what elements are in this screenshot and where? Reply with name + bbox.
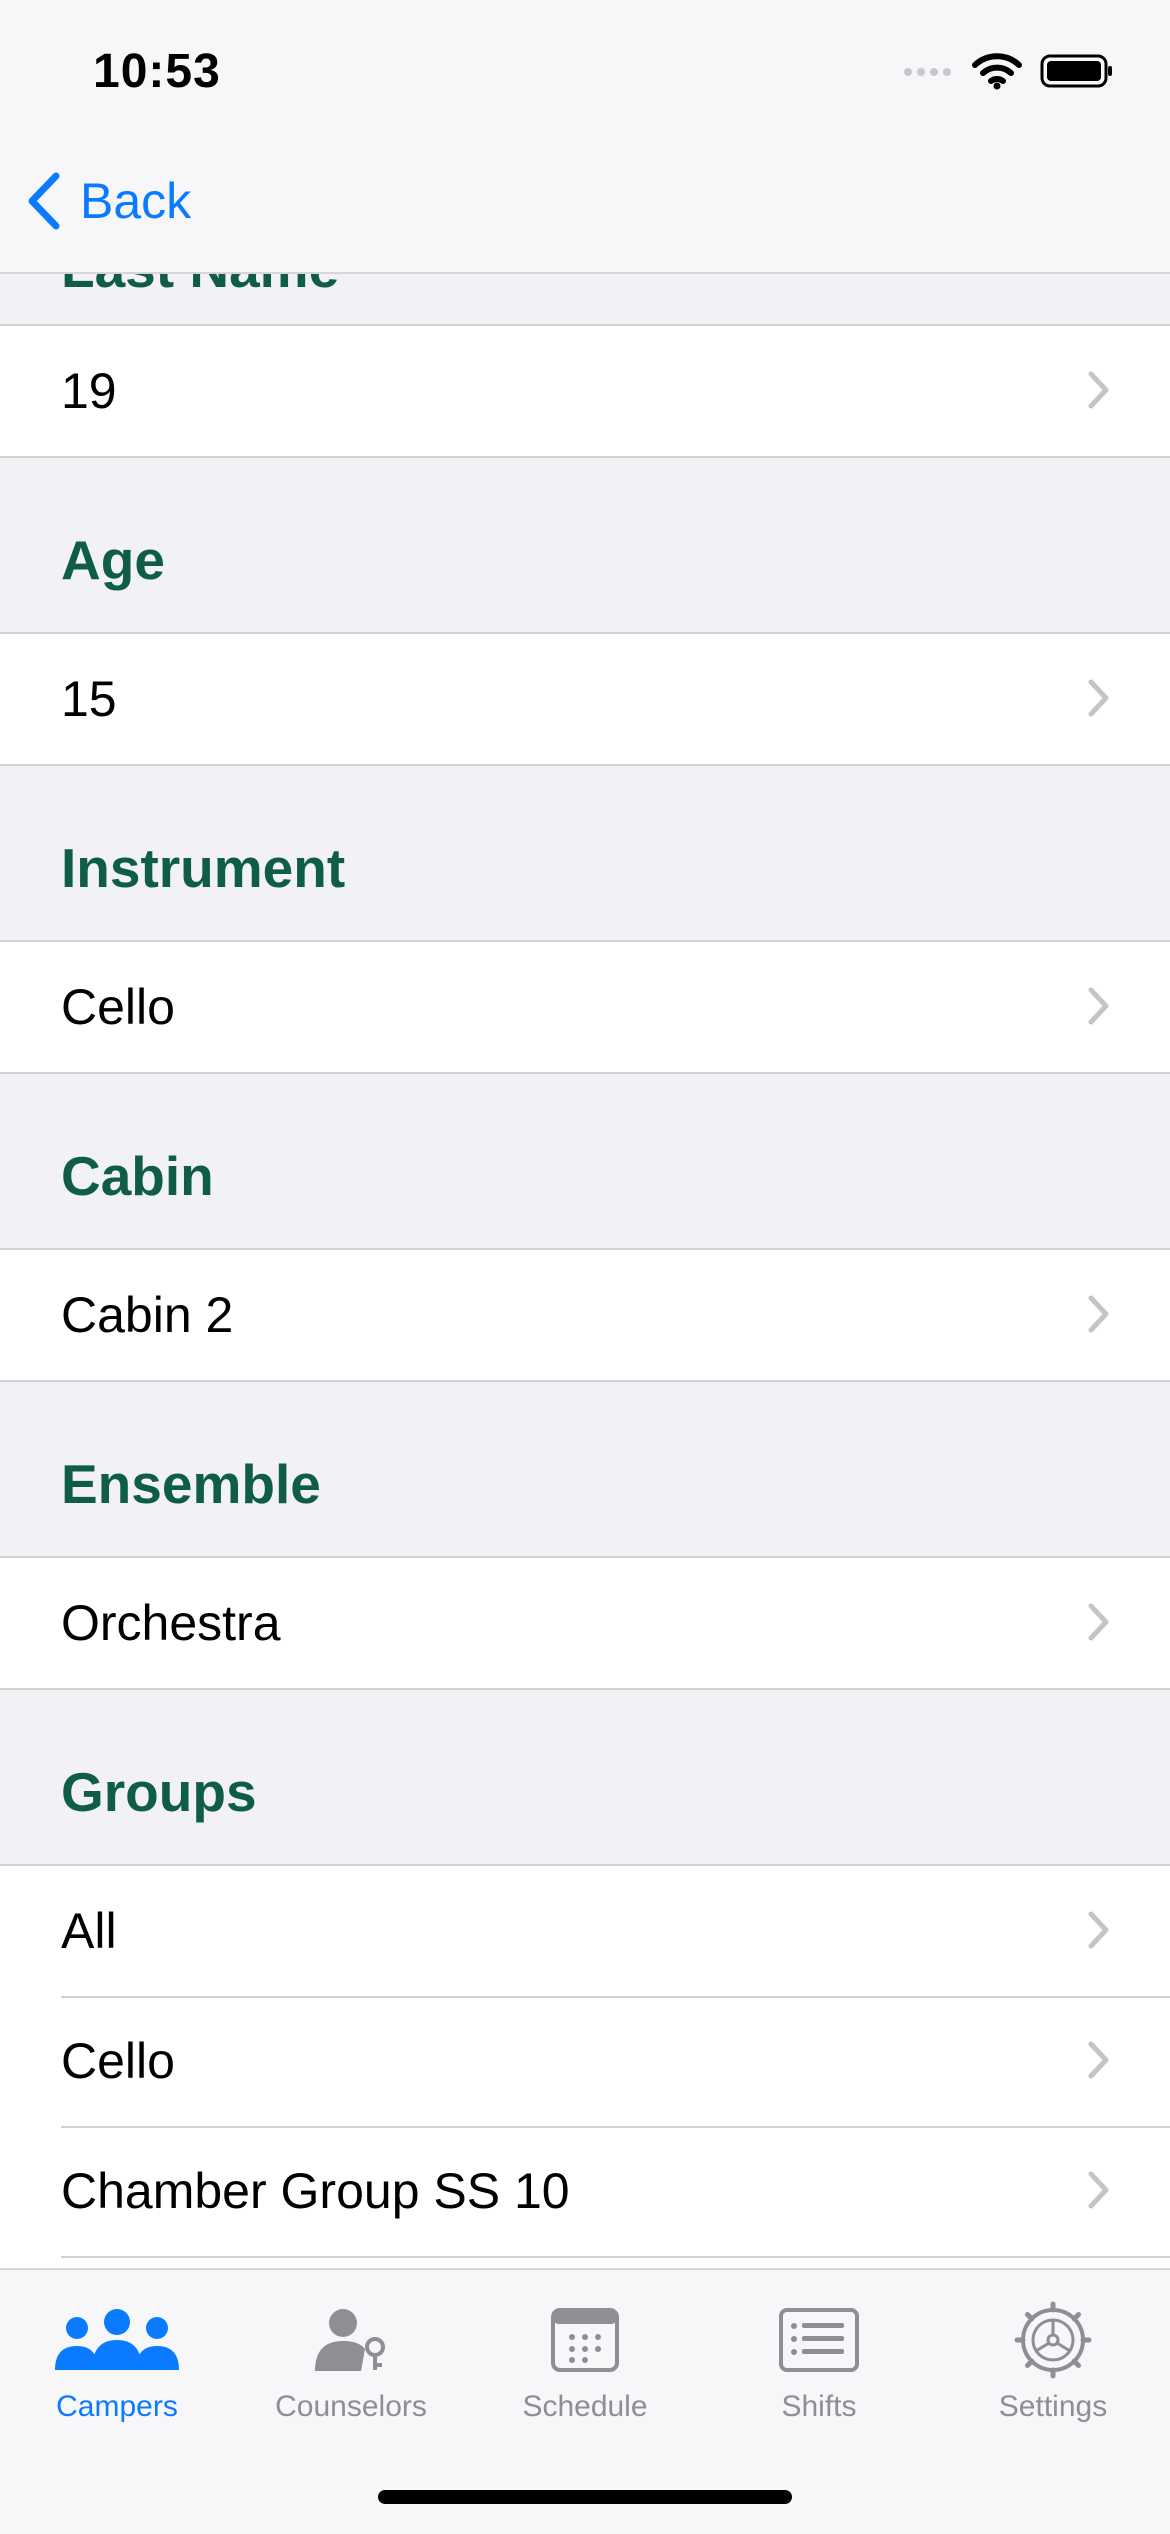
chevron-left-icon: [28, 172, 60, 230]
campers-icon: [55, 2309, 179, 2370]
chevron-right-icon: [1088, 2171, 1109, 2209]
home-indicator[interactable]: [378, 2490, 792, 2504]
section-header-groups: Groups: [0, 1690, 1170, 1864]
chevron-right-icon: [1088, 1911, 1109, 1949]
back-label: Back: [80, 173, 192, 229]
tab-label: Counselors: [275, 2390, 427, 2423]
cellular-signal-icon: [904, 68, 951, 76]
list-item[interactable]: Orchestra: [0, 1558, 1170, 1688]
section-group-age: 15: [0, 632, 1170, 766]
section-header-label: Ensemble: [61, 1453, 321, 1515]
wifi-icon: [972, 53, 1022, 90]
list-item[interactable]: 19: [0, 326, 1170, 456]
settings-icon: [1014, 2301, 1092, 2379]
tab-campers[interactable]: Campers: [0, 2300, 234, 2424]
section-group-last-name: 19: [0, 324, 1170, 458]
tab-label: Shifts: [781, 2390, 857, 2423]
tab-label: Settings: [998, 2390, 1108, 2423]
section-header-cabin: Cabin: [0, 1074, 1170, 1248]
chevron-right-icon: [1088, 1295, 1109, 1333]
chevron-right-icon: [1088, 371, 1109, 409]
section-group-groups: All Cello Chamber Group SS 10: [0, 1864, 1170, 2268]
list-item-label: Cabin 2: [61, 1287, 234, 1343]
status-bar: 10:53: [0, 0, 1170, 150]
status-time: 10:53: [93, 45, 221, 98]
list-item-label: Cello: [61, 2033, 175, 2089]
section-group-cabin: Cabin 2: [0, 1248, 1170, 1382]
tab-label: Campers: [56, 2390, 178, 2423]
navigation-bar: Back: [0, 150, 1170, 274]
list-item[interactable]: All: [0, 1866, 1170, 1996]
list-item-label: 19: [61, 363, 117, 419]
section-header-label: Last Name: [61, 272, 339, 300]
tab-settings[interactable]: Settings: [936, 2300, 1170, 2424]
list-item-label: 15: [61, 671, 117, 727]
section-header-label: Instrument: [61, 837, 346, 899]
tab-schedule[interactable]: Schedule: [468, 2300, 702, 2424]
tab-label: Schedule: [522, 2390, 648, 2423]
battery-icon: [1040, 54, 1112, 88]
list-item-label: Cello: [61, 979, 175, 1035]
list-item[interactable]: Cabin 2: [0, 1250, 1170, 1380]
list-item-label: All: [61, 1903, 117, 1959]
section-header-label: Cabin: [61, 1145, 214, 1207]
list-item[interactable]: Chamber Group SS 10: [0, 2126, 1170, 2256]
tab-shifts[interactable]: Shifts: [702, 2300, 936, 2424]
section-header-age: Age: [0, 458, 1170, 632]
section-group-instrument: Cello: [0, 940, 1170, 1074]
section-header-label: Age: [61, 529, 165, 591]
counselors-icon: [315, 2309, 385, 2371]
list-item[interactable]: 15: [0, 634, 1170, 764]
tab-counselors[interactable]: Counselors: [234, 2300, 468, 2424]
list-item-label: Orchestra: [61, 1595, 281, 1651]
back-button[interactable]: Back: [26, 172, 191, 230]
list-item[interactable]: Cello: [0, 1996, 1170, 2126]
section-header-instrument: Instrument: [0, 766, 1170, 940]
list-item-label: Chamber Group SS 10: [61, 2163, 570, 2219]
list-item[interactable]: Cello: [0, 942, 1170, 1072]
section-group-ensemble: Orchestra: [0, 1556, 1170, 1690]
chevron-right-icon: [1088, 2041, 1109, 2079]
section-header-ensemble: Ensemble: [0, 1382, 1170, 1556]
chevron-right-icon: [1088, 987, 1109, 1025]
section-header-last-name: Last Name: [0, 272, 1170, 324]
list-item[interactable]: [0, 2256, 1170, 2268]
shifts-icon: [779, 2308, 859, 2372]
chevron-right-icon: [1088, 1603, 1109, 1641]
status-icons: [902, 52, 1114, 90]
schedule-icon: [551, 2308, 619, 2372]
section-header-label: Groups: [61, 1761, 257, 1823]
detail-list[interactable]: Last Name 19 Age 15 Instrument Cello Cab…: [0, 272, 1170, 2268]
chevron-right-icon: [1088, 679, 1109, 717]
